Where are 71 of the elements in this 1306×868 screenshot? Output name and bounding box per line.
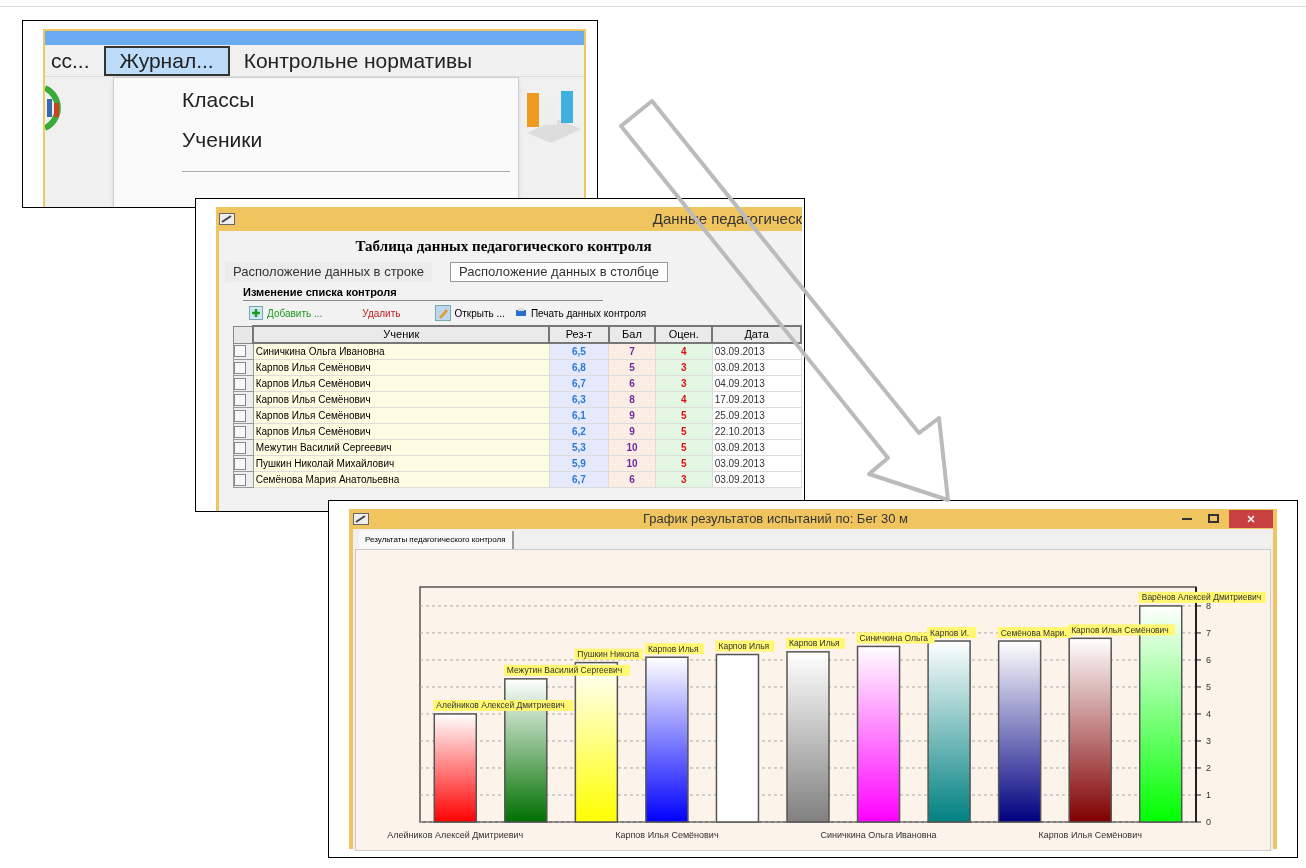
bar-label: Алейников Алексей Дмитриевич bbox=[433, 699, 574, 711]
group-title: Изменение списка контроля bbox=[243, 283, 603, 301]
row-selector[interactable] bbox=[234, 393, 246, 406]
minimize-button[interactable] bbox=[1182, 517, 1192, 520]
close-icon bbox=[1247, 514, 1255, 523]
column-header: Рез-т bbox=[549, 326, 609, 343]
annotation: Карпов Илья bbox=[647, 643, 700, 654]
tab[interactable]: Расположение данных в строке bbox=[225, 261, 433, 282]
dropdown-item[interactable]: Классы bbox=[182, 84, 518, 116]
row-selector[interactable] bbox=[234, 425, 246, 438]
annotation: Семёнова Мари. bbox=[1000, 627, 1067, 638]
y-tick-label: 4 bbox=[1206, 708, 1211, 719]
column-header: Ученик bbox=[253, 326, 550, 343]
plus-icon bbox=[249, 306, 263, 320]
y-tick-label: 1 bbox=[1206, 789, 1211, 800]
annotation: Алейников Алексей Дмитриевич bbox=[436, 699, 565, 710]
bar-label: Межутин Василий Сергеевич bbox=[503, 664, 630, 676]
pencil-icon bbox=[353, 512, 369, 525]
toolbar-button[interactable]: Удалить bbox=[362, 305, 401, 321]
toolbar-button[interactable]: Открыть ... bbox=[434, 305, 505, 321]
menu-item[interactable]: Контрольне нормативы bbox=[229, 45, 487, 76]
row-selector[interactable] bbox=[234, 345, 246, 358]
y-tick-label: 8 bbox=[1206, 600, 1211, 611]
close-button[interactable] bbox=[1229, 509, 1273, 528]
tab[interactable]: Результаты педагогического контроля bbox=[359, 530, 514, 549]
x-tick-label: Алейников Алексей Дмитриевич bbox=[387, 829, 524, 840]
bar-label: Семёнова Мари. bbox=[997, 626, 1071, 638]
y-tick-label: 6 bbox=[1206, 654, 1211, 665]
tab[interactable]: Расположение данных в столбце bbox=[450, 261, 669, 282]
pencil-icon bbox=[434, 305, 451, 321]
row-selector[interactable] bbox=[234, 457, 246, 470]
column-header: Оцен. bbox=[655, 326, 713, 343]
bar-label: Карпов Илья Семёнович bbox=[1068, 623, 1175, 635]
dropdown-item[interactable]: Ученики bbox=[182, 123, 518, 155]
y-tick-label: 7 bbox=[1206, 627, 1211, 638]
pencil-icon bbox=[219, 213, 235, 225]
y-tick-label: 2 bbox=[1206, 762, 1211, 773]
y-tick-label: 0 bbox=[1206, 816, 1211, 827]
window-title: Данные педагогическ bbox=[652, 208, 802, 229]
annotation: Карпов И. bbox=[930, 627, 970, 638]
menu-item[interactable]: Журнал... bbox=[103, 45, 230, 76]
bar-label: Варёнов Алексей Дмитриевич bbox=[1138, 591, 1266, 603]
annotation: Карпов Илья Семёнович bbox=[1071, 624, 1169, 635]
menu-item[interactable]: сс... bbox=[45, 45, 104, 76]
printer-icon bbox=[514, 307, 527, 319]
bar-label: Карпов Илья bbox=[644, 642, 704, 654]
row-selector[interactable] bbox=[234, 377, 246, 390]
table-heading: Таблица данных педагогического контроля bbox=[354, 237, 653, 256]
annotation: Межутин Василий Сергеевич bbox=[506, 664, 623, 675]
y-tick-label: 3 bbox=[1206, 735, 1211, 746]
window-title: График результатов испытаний по: Бег 30 м bbox=[642, 510, 909, 528]
annotation: Карпов Илья bbox=[718, 640, 770, 651]
annotation: Синичкина Ольга bbox=[859, 632, 929, 643]
x-tick-label: Синичкина Ольга Ивановна bbox=[820, 829, 937, 840]
toolbar-button[interactable]: Печать данных контроля bbox=[514, 305, 647, 321]
maximize-button[interactable] bbox=[1208, 514, 1219, 524]
books-icon bbox=[45, 83, 63, 133]
row-selector[interactable] bbox=[234, 473, 246, 486]
bar-label: Карпов И. bbox=[927, 626, 977, 638]
bar-label: Карпов Илья bbox=[715, 640, 775, 652]
annotation: Карпов Илья bbox=[789, 637, 841, 648]
row-selector[interactable] bbox=[234, 409, 246, 422]
y-tick-label: 5 bbox=[1206, 681, 1211, 692]
x-tick-label: Карпов Илья Семёнович bbox=[1038, 829, 1142, 840]
bar-label: Пушкин Никола bbox=[574, 648, 643, 660]
column-header: Бал bbox=[608, 326, 656, 343]
bar-label: Карпов Илья bbox=[786, 637, 845, 649]
column-header: Дата bbox=[712, 326, 801, 343]
x-tick-label: Карпов Илья Семёнович bbox=[615, 829, 719, 840]
row-selector[interactable] bbox=[234, 361, 246, 374]
row-selector[interactable] bbox=[234, 441, 246, 454]
